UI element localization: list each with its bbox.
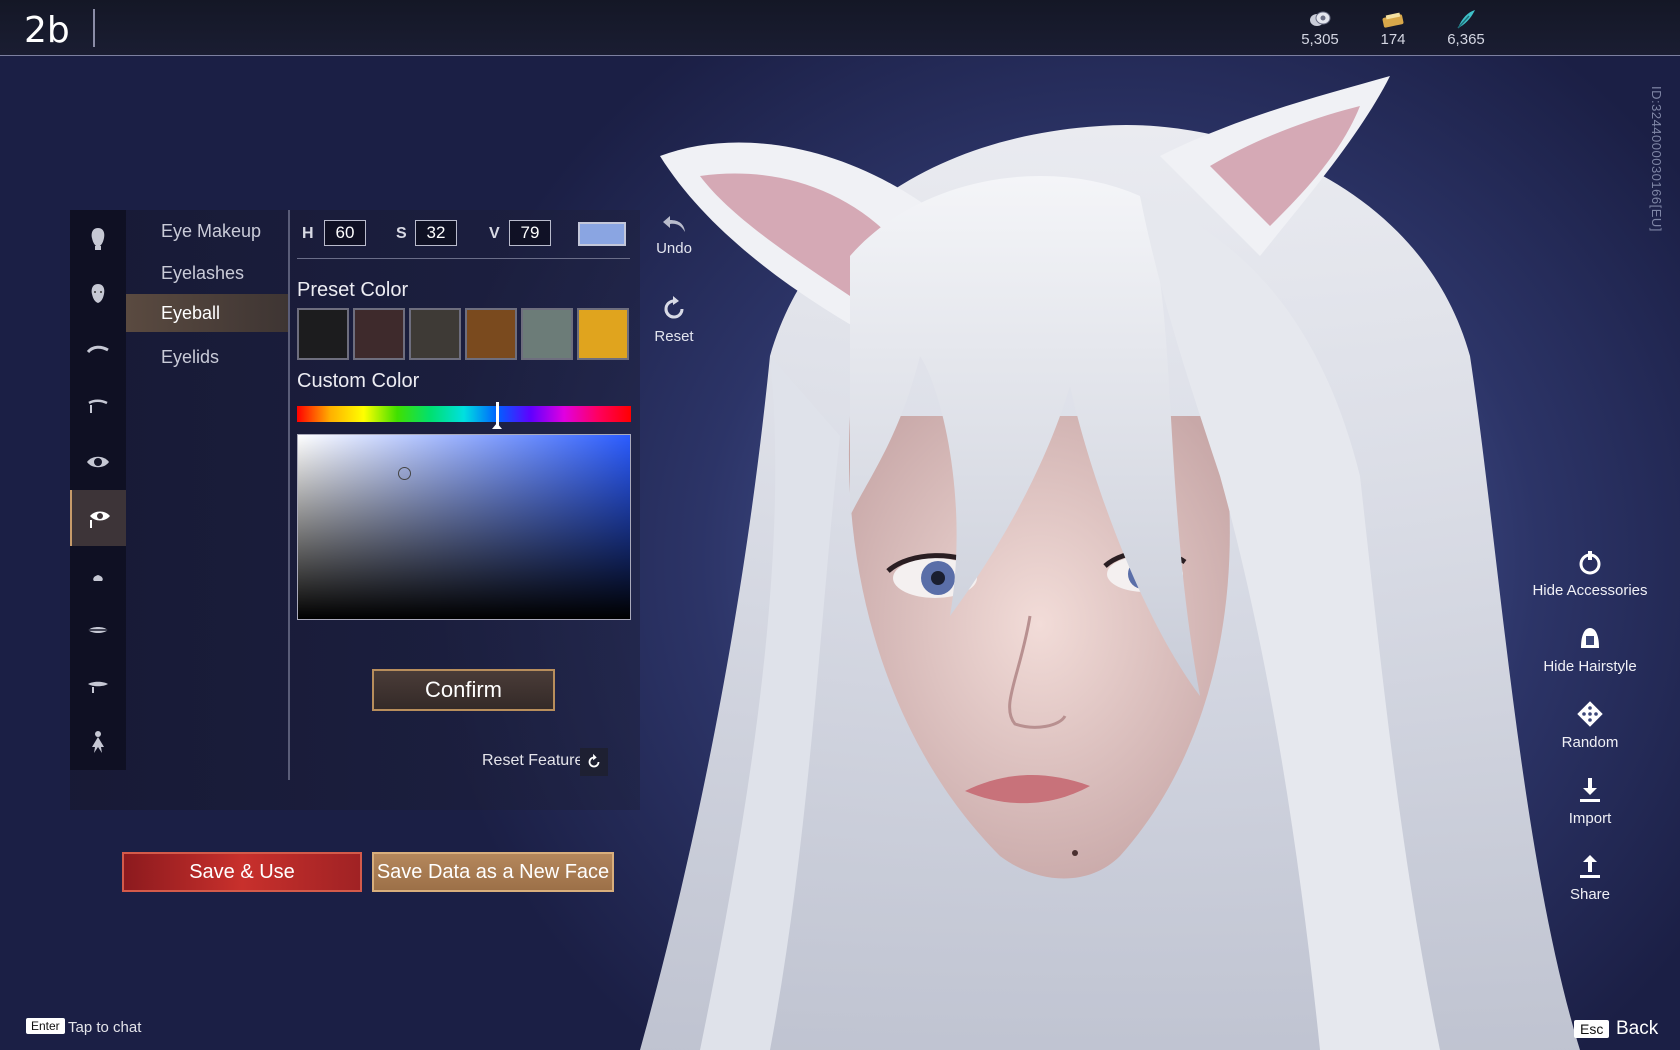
category-lips[interactable] xyxy=(70,602,126,658)
category-head[interactable] xyxy=(70,210,126,266)
preset-swatch[interactable] xyxy=(353,308,405,360)
share-icon xyxy=(1580,855,1600,878)
mouth-icon xyxy=(88,681,108,693)
eye-icon xyxy=(87,456,109,468)
hide-hairstyle-button[interactable]: Hide Hairstyle xyxy=(1530,624,1650,675)
body-icon xyxy=(92,731,104,753)
category-eye-makeup[interactable] xyxy=(70,490,126,546)
category-bar xyxy=(70,210,126,770)
hide-hairstyle-label: Hide Hairstyle xyxy=(1543,658,1637,675)
hue-input[interactable]: 60 xyxy=(324,220,366,246)
chat-hint[interactable]: Tap to chat xyxy=(68,1019,141,1036)
share-label: Share xyxy=(1569,886,1611,903)
currency-coin: 5,305 xyxy=(1280,8,1360,48)
share-button[interactable]: Share xyxy=(1530,852,1650,903)
random-label: Random xyxy=(1561,734,1619,751)
currency-value: 6,365 xyxy=(1447,31,1485,48)
current-color-swatch xyxy=(578,222,626,246)
import-icon xyxy=(1580,778,1600,802)
currency-value: 5,305 xyxy=(1301,31,1339,48)
saturation-label: S xyxy=(396,225,407,242)
preset-swatch[interactable] xyxy=(409,308,461,360)
head-icon xyxy=(91,228,105,250)
coin-icon xyxy=(1310,11,1331,26)
subcategory-eyelids[interactable]: Eyelids xyxy=(126,338,288,376)
enter-key-badge: Enter xyxy=(26,1018,65,1034)
eyebrow-icon xyxy=(86,345,109,354)
divider xyxy=(288,210,290,780)
nose-icon xyxy=(93,565,103,581)
currency-value: 174 xyxy=(1380,31,1406,48)
hide-accessories-button[interactable]: Hide Accessories xyxy=(1530,548,1650,599)
currency-feather: 6,365 xyxy=(1426,8,1506,48)
undo-icon xyxy=(663,216,685,232)
hue-slider[interactable] xyxy=(297,406,631,422)
category-eye[interactable] xyxy=(70,434,126,490)
value-input[interactable]: 79 xyxy=(509,220,551,246)
reset-feature-label[interactable]: Reset Feature xyxy=(482,752,583,770)
saturation-value-picker[interactable] xyxy=(297,434,631,620)
brow-detail-icon xyxy=(88,399,108,413)
confirm-button[interactable]: Confirm xyxy=(372,669,555,711)
hairstyle-icon xyxy=(1581,628,1599,648)
category-eyebrow[interactable] xyxy=(70,322,126,378)
face-icon xyxy=(91,284,105,303)
preset-swatch[interactable] xyxy=(521,308,573,360)
eye-makeup-icon xyxy=(90,511,110,528)
subcategory-eyelashes[interactable]: Eyelashes xyxy=(126,254,288,292)
lips-icon xyxy=(88,627,108,633)
character-preview[interactable] xyxy=(620,56,1620,1050)
divider xyxy=(93,9,95,47)
subcategory-eyeball[interactable]: Eyeball xyxy=(126,294,288,332)
category-nose[interactable] xyxy=(70,546,126,602)
value-label: V xyxy=(489,225,500,242)
picker-cursor[interactable] xyxy=(397,467,411,481)
category-face[interactable] xyxy=(70,266,126,322)
reset-label: Reset xyxy=(654,328,694,345)
save-and-use-button[interactable]: Save & Use xyxy=(122,852,362,892)
hue-label: H xyxy=(302,225,314,242)
category-body[interactable] xyxy=(70,714,126,770)
preset-color-title: Preset Color xyxy=(297,279,409,301)
reset-icon xyxy=(664,296,684,319)
custom-color-title: Custom Color xyxy=(297,370,420,392)
accessories-icon xyxy=(1579,551,1601,575)
hue-slider-pointer xyxy=(492,423,503,429)
preset-swatch[interactable] xyxy=(297,308,349,360)
character-name: 2b xyxy=(24,10,70,51)
hide-accessories-label: Hide Accessories xyxy=(1532,582,1648,599)
divider xyxy=(297,258,630,259)
save-as-new-face-button[interactable]: Save Data as a New Face xyxy=(372,852,614,892)
undo-button[interactable]: Undo xyxy=(644,212,704,257)
subcategory-eye-makeup[interactable]: Eye Makeup xyxy=(126,212,288,250)
ticket-icon xyxy=(1382,12,1404,28)
feather-icon xyxy=(1457,10,1475,29)
category-brow-detail[interactable] xyxy=(70,378,126,434)
esc-key-badge: Esc xyxy=(1574,1020,1610,1038)
random-button[interactable]: Random xyxy=(1530,700,1650,751)
saturation-input[interactable]: 32 xyxy=(415,220,457,246)
dice-icon xyxy=(1577,701,1603,727)
reset-button[interactable]: Reset xyxy=(644,294,704,345)
undo-label: Undo xyxy=(656,240,692,257)
preset-swatch[interactable] xyxy=(577,308,629,360)
reset-feature-button[interactable] xyxy=(580,748,608,776)
category-mouth[interactable] xyxy=(70,658,126,714)
preset-swatch[interactable] xyxy=(465,308,517,360)
back-button[interactable]: Back xyxy=(1616,1018,1658,1040)
currency-ticket: 174 xyxy=(1353,8,1433,48)
reset-icon xyxy=(588,753,600,768)
import-label: Import xyxy=(1568,810,1612,827)
import-button[interactable]: Import xyxy=(1530,776,1650,827)
server-id: ID:3244000030166[EU] xyxy=(1649,86,1664,232)
